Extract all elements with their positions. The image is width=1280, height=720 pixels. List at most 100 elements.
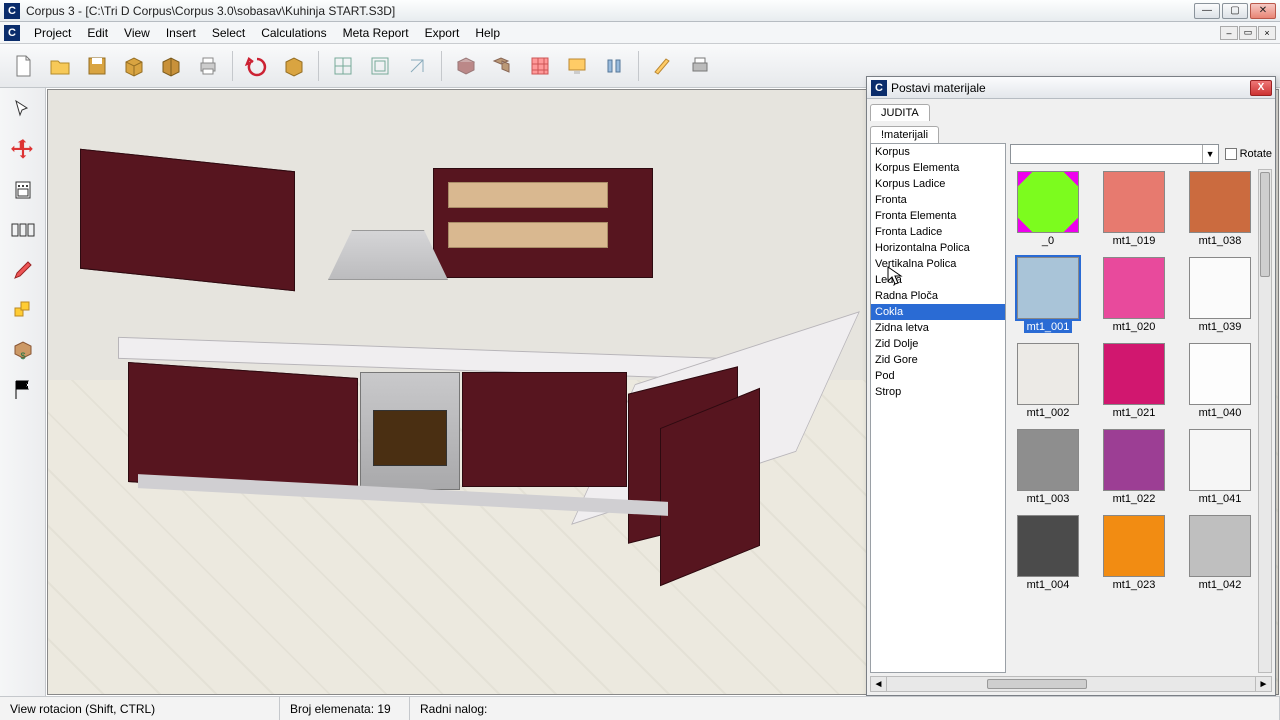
mdi-close[interactable]: × [1258, 26, 1276, 40]
menu-insert[interactable]: Insert [158, 24, 204, 42]
category-item[interactable]: Korpus Ladice [871, 176, 1005, 192]
tool-move[interactable] [7, 134, 39, 166]
material-swatch[interactable]: mt1_039 [1184, 257, 1256, 333]
material-swatch[interactable]: mt1_019 [1098, 171, 1170, 247]
material-swatch[interactable]: mt1_022 [1098, 429, 1170, 505]
tb-screen[interactable] [560, 49, 594, 83]
tb-new[interactable] [6, 49, 40, 83]
menu-project[interactable]: Project [26, 24, 79, 42]
category-item[interactable]: Fronta [871, 192, 1005, 208]
category-item[interactable]: Korpus Elementa [871, 160, 1005, 176]
tb-mat2[interactable] [486, 49, 520, 83]
tb-grid[interactable] [523, 49, 557, 83]
swatch-label: mt1_004 [1024, 579, 1073, 591]
svg-text:$: $ [20, 351, 25, 361]
material-swatch[interactable]: mt1_040 [1184, 343, 1256, 419]
menu-meta-report[interactable]: Meta Report [335, 24, 417, 42]
rotate-checkbox[interactable]: Rotate [1225, 148, 1272, 160]
tool-box-cost[interactable]: $ [7, 334, 39, 366]
dialog-tab-judita[interactable]: JUDITA [870, 104, 930, 121]
dialog-tab-materijali[interactable]: !materijali [870, 126, 939, 143]
menu-help[interactable]: Help [467, 24, 508, 42]
tb-view3[interactable] [400, 49, 434, 83]
tb-box2[interactable] [154, 49, 188, 83]
material-swatch[interactable]: _0 [1012, 171, 1084, 247]
tool-appliance[interactable] [7, 174, 39, 206]
category-item[interactable]: Fronta Elementa [871, 208, 1005, 224]
tb-edit[interactable] [646, 49, 680, 83]
tb-box1[interactable] [117, 49, 151, 83]
material-swatch[interactable]: mt1_023 [1098, 515, 1170, 591]
category-item[interactable]: Pod [871, 368, 1005, 384]
material-swatch[interactable]: mt1_042 [1184, 515, 1256, 591]
tb-mat1[interactable] [449, 49, 483, 83]
menu-calculations[interactable]: Calculations [253, 24, 334, 42]
category-item[interactable]: Ledja [871, 272, 1005, 288]
tb-view2[interactable] [363, 49, 397, 83]
menu-export[interactable]: Export [417, 24, 468, 42]
category-item[interactable]: Zid Gore [871, 352, 1005, 368]
material-swatch[interactable]: mt1_041 [1184, 429, 1256, 505]
tb-view1[interactable] [326, 49, 360, 83]
swatch-label: mt1_019 [1110, 235, 1159, 247]
tb-print[interactable] [191, 49, 225, 83]
swatch-label: mt1_001 [1024, 321, 1073, 333]
category-item[interactable]: Fronta Ladice [871, 224, 1005, 240]
swatch-label: mt1_020 [1110, 321, 1159, 333]
materials-dialog: C Postavi materijale X JUDITA !materijal… [866, 76, 1276, 696]
swatch-label: mt1_002 [1024, 407, 1073, 419]
minimize-button[interactable]: — [1194, 3, 1220, 19]
status-bar: View rotacion (Shift, CTRL) Broj elemena… [0, 696, 1280, 720]
material-swatch[interactable]: mt1_021 [1098, 343, 1170, 419]
tool-pencil[interactable] [7, 254, 39, 286]
material-swatch[interactable]: mt1_004 [1012, 515, 1084, 591]
mdi-restore[interactable]: ▭ [1239, 26, 1257, 40]
category-item[interactable]: Vertikalna Polica [871, 256, 1005, 272]
category-item[interactable]: Cokla [871, 304, 1005, 320]
dialog-title: Postavi materijale [891, 81, 1250, 95]
tb-tool1[interactable] [597, 49, 631, 83]
material-swatch[interactable]: mt1_003 [1012, 429, 1084, 505]
tb-undo[interactable] [240, 49, 274, 83]
dialog-close-button[interactable]: X [1250, 80, 1272, 96]
close-button[interactable]: ✕ [1250, 3, 1276, 19]
category-item[interactable]: Zidna letva [871, 320, 1005, 336]
tool-grid-icon[interactable] [7, 214, 39, 246]
swatch-vertical-scrollbar[interactable] [1258, 169, 1272, 673]
menu-select[interactable]: Select [204, 24, 253, 42]
material-dropdown[interactable]: ▼ [1010, 144, 1219, 164]
material-swatch[interactable]: mt1_020 [1098, 257, 1170, 333]
swatch-label: mt1_041 [1196, 493, 1245, 505]
tb-package[interactable] [277, 49, 311, 83]
swatch-label: mt1_021 [1110, 407, 1159, 419]
swatch-label: _0 [1039, 235, 1057, 247]
menu-view[interactable]: View [116, 24, 158, 42]
category-item[interactable]: Korpus [871, 144, 1005, 160]
category-item[interactable]: Horizontalna Polica [871, 240, 1005, 256]
dialog-titlebar[interactable]: C Postavi materijale X [867, 77, 1275, 99]
category-item[interactable]: Strop [871, 384, 1005, 400]
mdi-minimize[interactable]: – [1220, 26, 1238, 40]
tb-open[interactable] [43, 49, 77, 83]
menu-edit[interactable]: Edit [79, 24, 116, 42]
status-hint: View rotacion (Shift, CTRL) [0, 697, 280, 720]
category-item[interactable]: Zid Dolje [871, 336, 1005, 352]
window-title: Corpus 3 - [C:\Tri D Corpus\Corpus 3.0\s… [24, 4, 1194, 18]
tool-flag[interactable] [7, 374, 39, 406]
material-swatch[interactable]: mt1_038 [1184, 171, 1256, 247]
swatch-label: mt1_003 [1024, 493, 1073, 505]
category-list[interactable]: KorpusKorpus ElementaKorpus LadiceFronta… [870, 143, 1006, 673]
tool-cubes[interactable] [7, 294, 39, 326]
tool-select[interactable] [7, 94, 39, 126]
swatch-label: mt1_040 [1196, 407, 1245, 419]
tb-save[interactable] [80, 49, 114, 83]
material-swatch[interactable]: mt1_002 [1012, 343, 1084, 419]
status-order: Radni nalog: [410, 697, 1280, 720]
dialog-horizontal-scrollbar[interactable]: ◄► [870, 676, 1272, 692]
swatch-label: mt1_022 [1110, 493, 1159, 505]
category-item[interactable]: Radna Ploča [871, 288, 1005, 304]
maximize-button[interactable]: ▢ [1222, 3, 1248, 19]
tb-print2[interactable] [683, 49, 717, 83]
window-titlebar: C Corpus 3 - [C:\Tri D Corpus\Corpus 3.0… [0, 0, 1280, 22]
material-swatch[interactable]: mt1_001 [1012, 257, 1084, 333]
